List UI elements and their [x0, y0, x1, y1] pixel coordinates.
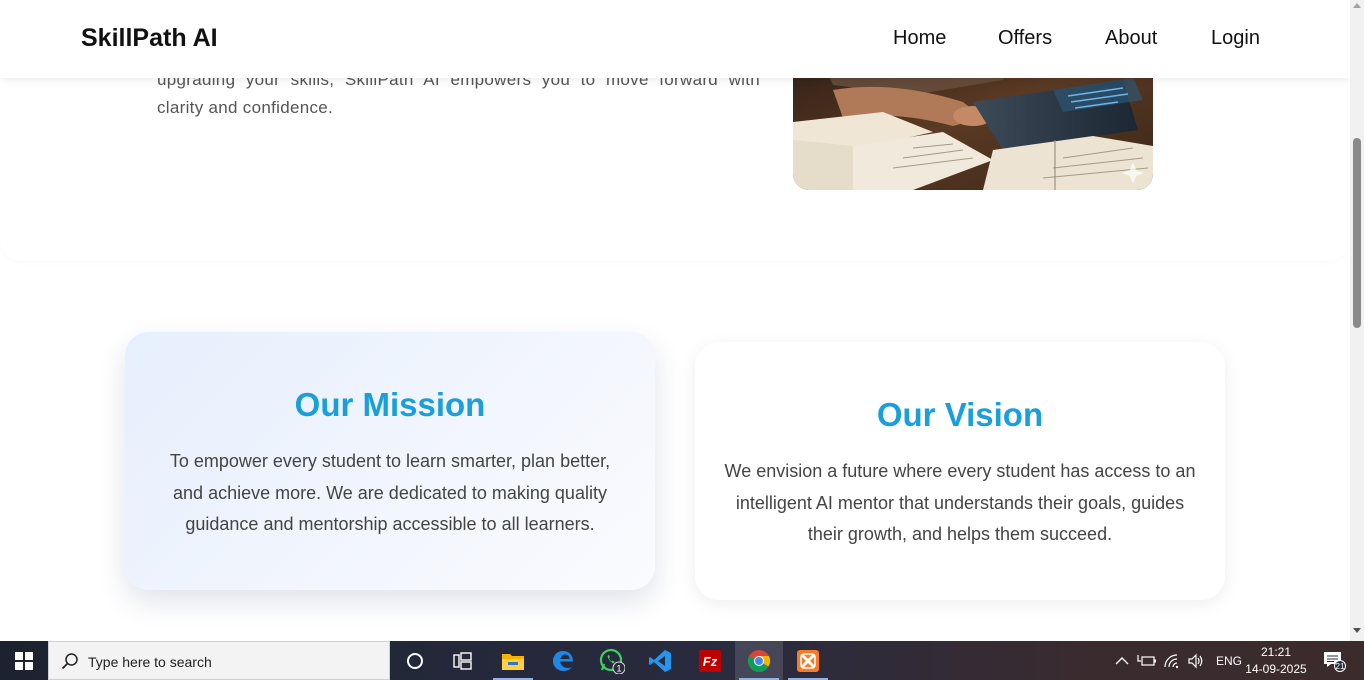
show-hidden-icons-chevron-icon[interactable]	[1115, 655, 1129, 667]
page-scrollbar[interactable]	[1350, 0, 1364, 641]
start-button[interactable]	[0, 641, 47, 680]
windows-logo-icon	[14, 651, 33, 670]
system-tray: ENG	[1113, 641, 1242, 680]
nav-link-about[interactable]: About	[1105, 27, 1157, 50]
clock-date: 14-09-2025	[1245, 662, 1307, 676]
vision-card: Our Vision We envision a future where ev…	[695, 342, 1225, 600]
hero-text-line-2: clarity and confidence.	[157, 98, 334, 117]
task-view-icon	[453, 651, 472, 670]
mission-title: Our Mission	[294, 386, 486, 423]
taskbar-whatsapp[interactable]: 1	[588, 641, 636, 680]
windows-taskbar: Type here to search 1 Fz ENG 21:21 14-09…	[0, 641, 1364, 680]
chrome-icon	[747, 649, 771, 672]
cortana-button[interactable]	[391, 641, 439, 680]
language-indicator[interactable]: ENG	[1216, 654, 1242, 668]
filezilla-icon: Fz	[699, 649, 721, 672]
taskbar-filezilla[interactable]: Fz	[686, 641, 734, 680]
taskbar-clock[interactable]: 21:21 14-09-2025	[1244, 644, 1308, 678]
nav-link-login[interactable]: Login	[1211, 27, 1260, 50]
mission-card: Our Mission To empower every student to …	[125, 332, 655, 590]
notification-count-badge: 21	[1336, 662, 1345, 671]
taskbar-vscode[interactable]	[636, 641, 684, 680]
task-view-button[interactable]	[439, 641, 487, 680]
notifications-icon: 21	[1324, 652, 1346, 672]
whatsapp-badge: 1	[616, 663, 621, 673]
scrollbar-thumb[interactable]	[1353, 138, 1361, 328]
brand-logo-text[interactable]: SkillPath AI	[81, 24, 218, 53]
taskbar-edge[interactable]	[539, 641, 587, 680]
search-icon	[61, 653, 78, 670]
nav-link-home[interactable]: Home	[893, 27, 946, 50]
taskbar-file-explorer[interactable]	[489, 641, 537, 680]
whatsapp-icon: 1	[599, 648, 625, 674]
scroll-up-arrow-icon[interactable]	[1353, 3, 1361, 8]
battery-icon[interactable]	[1137, 653, 1157, 669]
scroll-down-arrow-icon[interactable]	[1353, 628, 1361, 633]
nav-link-offers[interactable]: Offers	[998, 27, 1052, 50]
xampp-icon	[797, 649, 819, 672]
wifi-icon[interactable]	[1163, 653, 1181, 669]
taskbar-xampp[interactable]	[784, 641, 832, 680]
vscode-icon	[649, 649, 671, 672]
vision-title: Our Vision	[876, 396, 1044, 433]
taskbar-chrome[interactable]	[735, 641, 783, 680]
action-center-button[interactable]: 21	[1322, 650, 1346, 672]
svg-text:Fz: Fz	[703, 654, 718, 669]
top-navbar: SkillPath AI Home Offers About Login	[0, 0, 1350, 78]
browser-viewport: upgrading your skills, SkillPath AI empo…	[0, 0, 1350, 641]
mission-text: To empower every student to learn smarte…	[169, 451, 611, 534]
file-explorer-icon	[502, 653, 524, 670]
volume-icon[interactable]	[1187, 653, 1205, 669]
search-placeholder: Type here to search	[88, 654, 212, 670]
clock-time: 21:21	[1260, 645, 1292, 659]
vision-text: We envision a future where every student…	[724, 461, 1196, 544]
taskbar-search-box[interactable]: Type here to search	[48, 641, 390, 680]
cortana-icon	[407, 652, 423, 669]
edge-icon	[553, 650, 573, 671]
